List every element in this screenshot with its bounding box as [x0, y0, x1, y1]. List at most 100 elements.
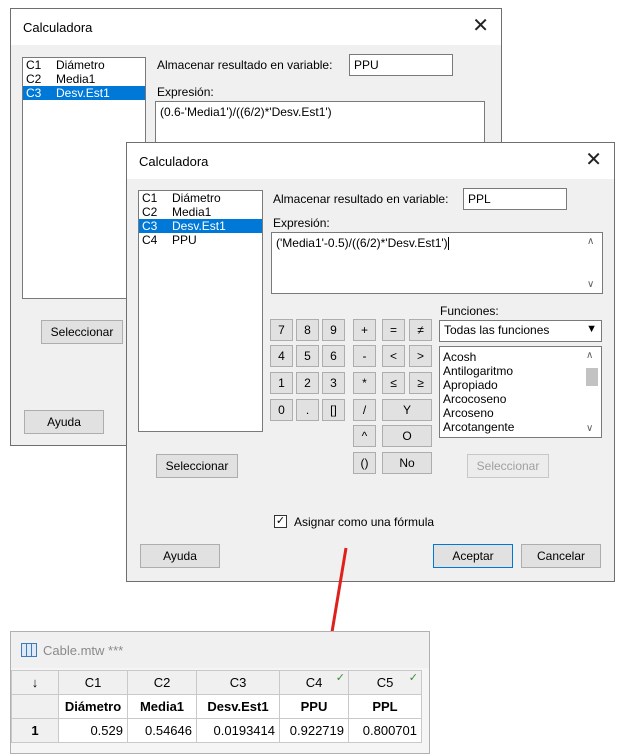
key-2[interactable]: 2 [296, 372, 319, 394]
column-id-cell[interactable]: C5 ✓ [348, 670, 422, 695]
select-function-button[interactable]: Seleccionar [467, 454, 549, 478]
key-divide[interactable]: / [353, 399, 376, 421]
function-item[interactable]: Apropiado [440, 378, 601, 392]
column-name-cell[interactable]: PPU [279, 694, 349, 719]
key-power[interactable]: ^ [353, 425, 376, 447]
calculator-dialog-front: Calculadora ✕ C1 Diámetro C2 Media1 C3 Desv… [126, 142, 615, 582]
worksheet-titlebar: Cable.mtw *** [11, 632, 429, 668]
column-name-cell[interactable]: Desv.Est1 [196, 694, 280, 719]
key-8[interactable]: 8 [296, 319, 319, 341]
key-equals[interactable]: = [382, 319, 405, 341]
column-list[interactable]: C1 Diámetro C2 Media1 C3 Desv.Est1 C4 PPU [138, 190, 263, 432]
column-name-cell[interactable]: Media1 [127, 694, 197, 719]
key-5[interactable]: 5 [296, 345, 319, 367]
column-id-cell[interactable]: C3 [196, 670, 280, 695]
function-item[interactable]: Arcotangente [440, 420, 601, 434]
expression-scrollbar[interactable]: ∧ ∨ [585, 234, 601, 292]
scroll-thumb[interactable] [586, 368, 598, 386]
key-4[interactable]: 4 [270, 345, 293, 367]
column-item[interactable]: C2 Media1 [139, 205, 262, 219]
key-less-equal[interactable]: ≤ [382, 372, 405, 394]
worksheet-title: Cable.mtw *** [43, 643, 124, 658]
select-button[interactable]: Seleccionar [41, 320, 123, 344]
data-cell[interactable]: 0.54646 [127, 718, 197, 743]
column-id-row: ↓ C1 C2 C3 C4 ✓ C5 ✓ [11, 670, 422, 695]
store-variable-input[interactable]: PPL [463, 188, 567, 210]
key-7[interactable]: 7 [270, 319, 293, 341]
expression-label: Expresión: [157, 85, 214, 99]
worksheet-grid[interactable]: ↓ C1 C2 C3 C4 ✓ C5 ✓ Diámetro Media1 Desv.… [11, 670, 422, 743]
column-item[interactable]: C1 Diámetro [23, 58, 145, 72]
expression-label: Expresión: [273, 216, 330, 230]
key-not[interactable]: No [382, 452, 432, 474]
close-icon[interactable]: ✕ [472, 14, 489, 38]
column-item[interactable]: C2 Media1 [23, 72, 145, 86]
column-name-row: Diámetro Media1 Desv.Est1 PPU PPL [11, 694, 422, 719]
column-item[interactable]: C1 Diámetro [139, 191, 262, 205]
column-id-cell[interactable]: C2 [127, 670, 197, 695]
column-item[interactable]: C4 PPU [139, 233, 262, 247]
store-label: Almacenar resultado en variable: [157, 58, 333, 72]
key-decimal[interactable]: . [296, 399, 319, 421]
function-item[interactable]: Antilogaritmo [440, 364, 601, 378]
help-button[interactable]: Ayuda [140, 544, 220, 568]
column-name-cell[interactable]: PPL [348, 694, 422, 719]
key-plus[interactable]: + [353, 319, 376, 341]
store-label: Almacenar resultado en variable: [273, 192, 449, 206]
key-minus[interactable]: - [353, 345, 376, 367]
functions-dropdown[interactable]: Todas las funciones ▼ [439, 320, 602, 342]
function-item[interactable]: Arcoseno [440, 406, 601, 420]
functions-list[interactable]: Acosh Antilogaritmo Apropiado Arcocoseno… [439, 346, 602, 438]
key-1[interactable]: 1 [270, 372, 293, 394]
data-cell[interactable]: 0.800701 [348, 718, 422, 743]
column-item-selected[interactable]: C3 Desv.Est1 [139, 219, 262, 233]
functions-selected: Todas las funciones [444, 323, 550, 337]
store-variable-input[interactable]: PPU [349, 54, 453, 76]
dialog-title: Calculadora [23, 20, 93, 35]
row-number[interactable]: 1 [11, 718, 59, 743]
table-row: 1 0.529 0.54646 0.0193414 0.922719 0.800… [11, 718, 422, 743]
text-caret [447, 237, 449, 251]
data-cell[interactable]: 0.0193414 [196, 718, 280, 743]
key-greater[interactable]: > [409, 345, 432, 367]
key-parentheses[interactable]: () [353, 452, 376, 474]
formula-checkbox-label: Asignar como una fórmula [294, 515, 435, 529]
column-id-cell[interactable]: C1 [58, 670, 128, 695]
column-item-selected[interactable]: C3 Desv.Est1 [23, 86, 145, 100]
key-multiply[interactable]: * [353, 372, 376, 394]
column-name-cell[interactable]: Diámetro [58, 694, 128, 719]
functions-label: Funciones: [440, 304, 499, 318]
expression-input[interactable]: ('Media1'-0.5)/((6/2)*'Desv.Est1') ∧ ∨ [271, 232, 603, 294]
cancel-button[interactable]: Cancelar [521, 544, 601, 568]
formula-checkbox[interactable]: ✓ [274, 515, 287, 528]
key-greater-equal[interactable]: ≥ [409, 372, 432, 394]
key-6[interactable]: 6 [322, 345, 345, 367]
column-id-cell[interactable]: C4 ✓ [279, 670, 349, 695]
key-0[interactable]: 0 [270, 399, 293, 421]
function-item[interactable]: Acosh [440, 350, 601, 364]
scroll-up-icon[interactable]: ∧ [586, 350, 593, 361]
select-column-button[interactable]: Seleccionar [156, 454, 238, 478]
formula-check-icon: ✓ [408, 672, 418, 684]
data-cell[interactable]: 0.922719 [279, 718, 349, 743]
key-and[interactable]: Y [382, 399, 432, 421]
chevron-down-icon[interactable]: ▼ [586, 323, 597, 335]
function-item[interactable]: Arcocoseno [440, 392, 601, 406]
key-9[interactable]: 9 [322, 319, 345, 341]
key-3[interactable]: 3 [322, 372, 345, 394]
key-not-equal[interactable]: ≠ [409, 319, 432, 341]
functions-scrollbar[interactable]: ∧ ∨ [584, 348, 600, 436]
scroll-down-icon[interactable]: ∨ [587, 279, 594, 290]
scroll-up-icon[interactable]: ∧ [587, 236, 594, 247]
key-brackets[interactable]: [] [322, 399, 345, 421]
corner-cell[interactable]: ↓ [11, 670, 59, 695]
key-less[interactable]: < [382, 345, 405, 367]
help-button[interactable]: Ayuda [24, 410, 104, 434]
data-cell[interactable]: 0.529 [58, 718, 128, 743]
close-icon[interactable]: ✕ [585, 148, 602, 172]
key-or[interactable]: O [382, 425, 432, 447]
worksheet-window: Cable.mtw *** ↓ C1 C2 C3 C4 ✓ C5 ✓ Diámetr… [10, 631, 430, 754]
ok-button[interactable]: Aceptar [433, 544, 513, 568]
worksheet-icon [21, 643, 37, 657]
scroll-down-icon[interactable]: ∨ [586, 423, 593, 434]
